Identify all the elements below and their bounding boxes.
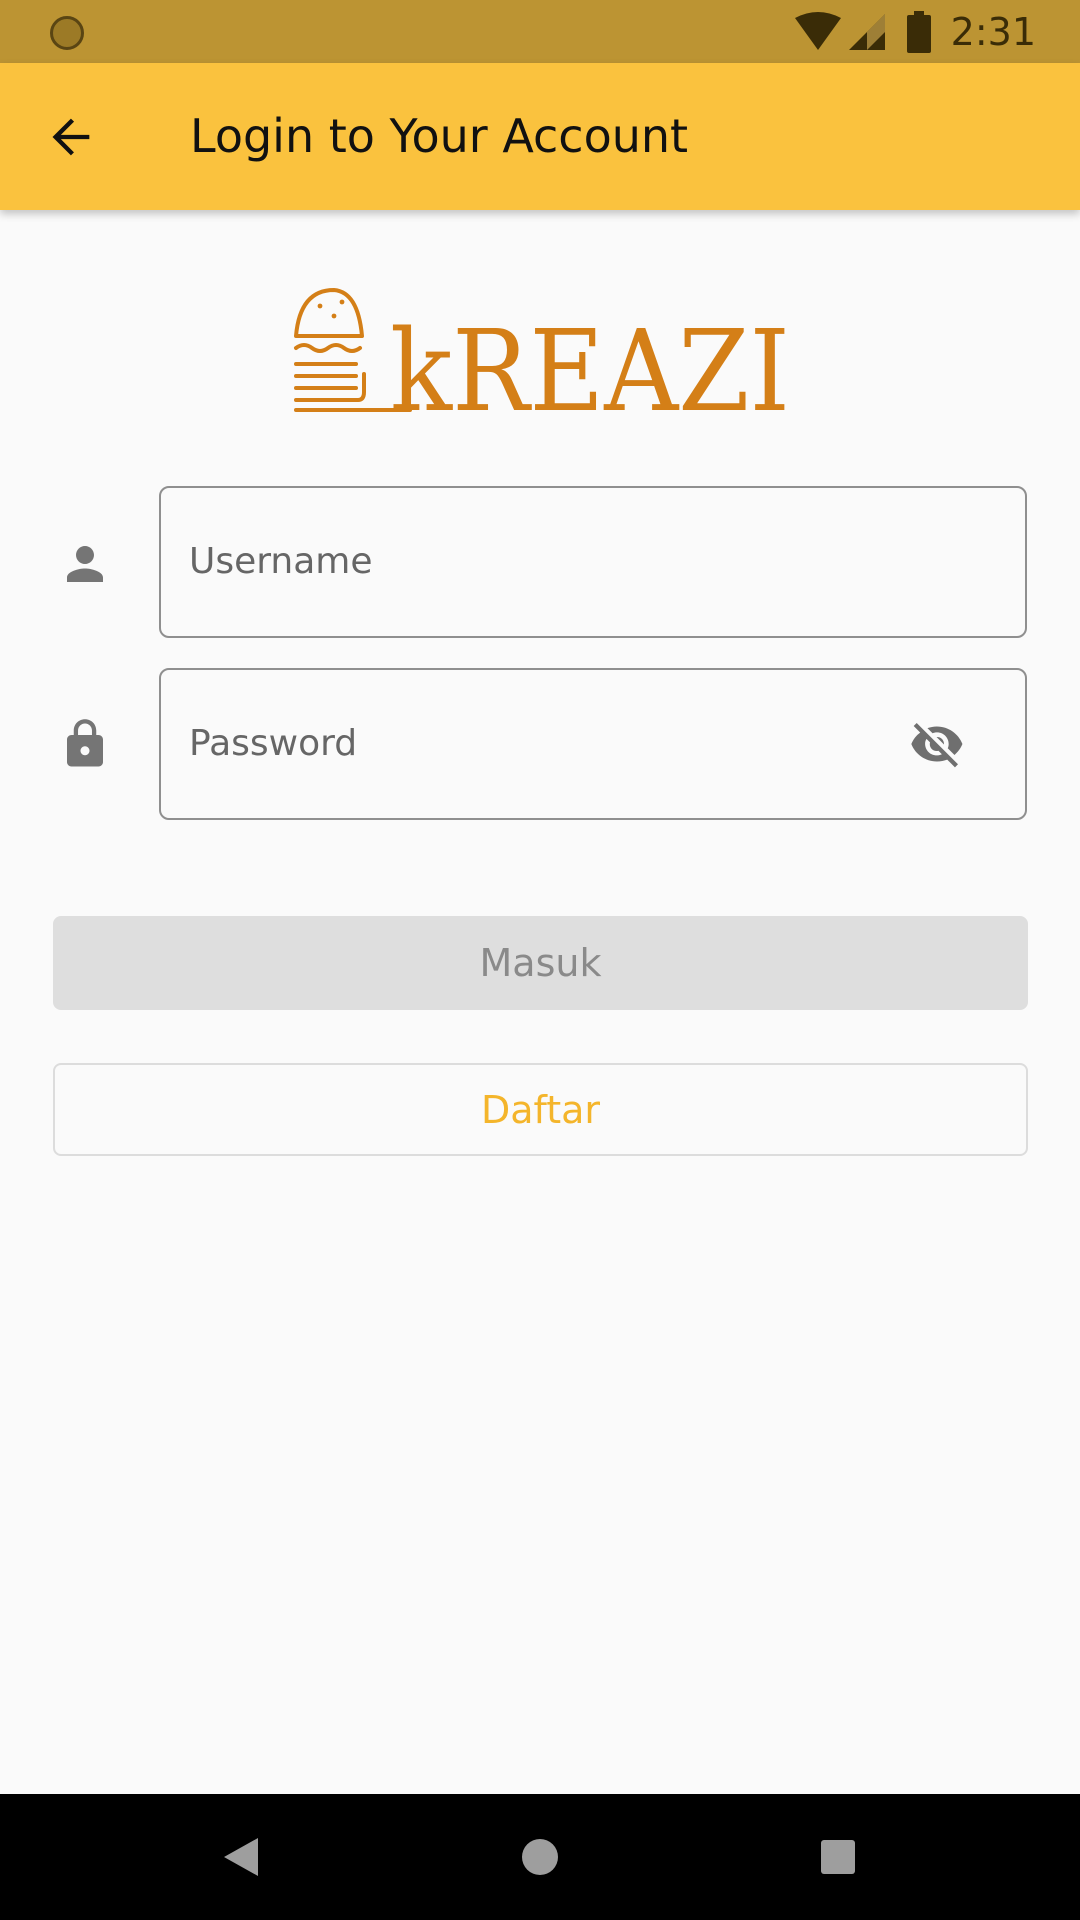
recents-square-icon[interactable]	[815, 1834, 861, 1880]
person-icon	[67, 546, 103, 582]
home-circle-icon[interactable]	[517, 1834, 563, 1880]
system-nav-bar	[0, 1794, 1080, 1920]
login-button[interactable]: Masuk	[53, 916, 1028, 1010]
password-placeholder: Password	[189, 723, 358, 764]
status-time: 2:31	[950, 9, 1036, 54]
page-title: Login to Your Account	[190, 109, 689, 163]
lock-icon	[67, 719, 103, 767]
wifi-icon	[794, 11, 841, 50]
back-triangle-icon[interactable]	[218, 1834, 264, 1880]
battery-icon	[906, 10, 931, 53]
status-icons: 2:31	[793, 0, 1036, 63]
logo-text: kREAZI	[390, 307, 790, 424]
username-placeholder: Username	[189, 541, 373, 582]
register-button[interactable]: Daftar	[53, 1063, 1028, 1156]
arrow-back-icon[interactable]	[46, 111, 98, 163]
visibility-off-icon[interactable]	[907, 716, 967, 772]
status-bar: 2:31	[0, 0, 1080, 63]
cell-signal-icon	[848, 13, 885, 50]
app-bar: Login to Your Account	[0, 63, 1080, 210]
username-field[interactable]: Username	[159, 486, 1027, 638]
password-field[interactable]: Password	[159, 668, 1027, 820]
kreazi-logo: kREAZI	[294, 288, 790, 424]
notification-dot-icon	[50, 16, 84, 50]
